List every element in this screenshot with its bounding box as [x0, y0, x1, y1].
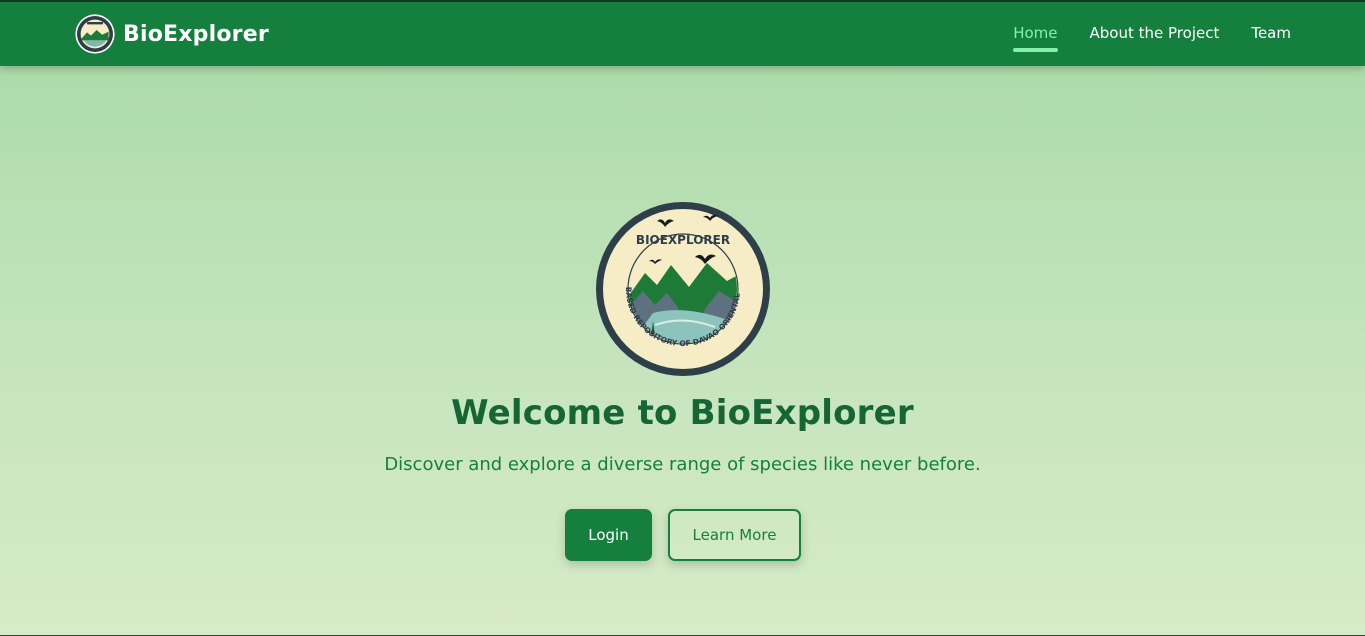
emblem-title: BIOEXPLORER [636, 233, 730, 247]
bioexplorer-logo-small [75, 14, 115, 54]
login-button[interactable]: Login [565, 509, 652, 561]
hero-title: Welcome to BioExplorer [451, 393, 914, 433]
nav-links: Home About the Project Team [981, 2, 1291, 66]
brand-name: BioExplorer [123, 21, 269, 47]
nav-team[interactable]: Team [1251, 20, 1291, 48]
hero-subtitle: Discover and explore a diverse range of … [384, 454, 981, 475]
learn-more-button[interactable]: Learn More [668, 509, 801, 561]
nav-about-project[interactable]: About the Project [1090, 20, 1220, 48]
hero-section: BIOEXPLORER "A WEB-BASED REPOSITORY OF D… [0, 68, 1365, 636]
top-navbar: BioExplorer Home About the Project Team [0, 2, 1365, 66]
nav-home[interactable]: Home [1013, 20, 1058, 52]
bioexplorer-emblem: BIOEXPLORER "A WEB-BASED REPOSITORY OF D… [595, 201, 770, 376]
brand-link[interactable]: BioExplorer [75, 14, 269, 54]
